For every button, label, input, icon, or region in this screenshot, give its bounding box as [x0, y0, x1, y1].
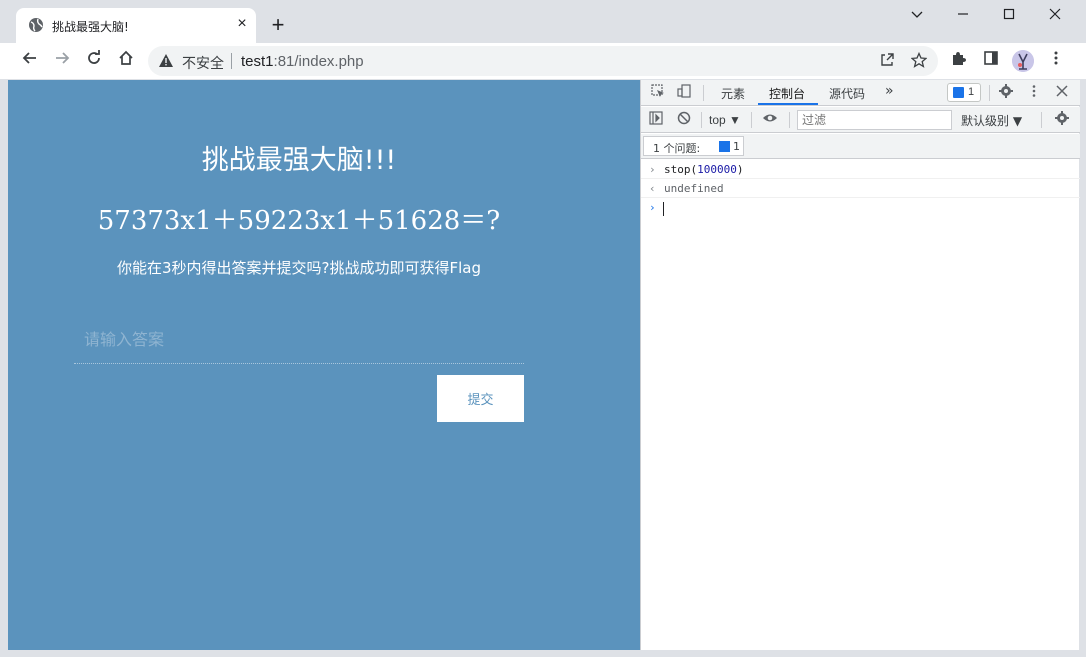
result-arrow-icon: ‹	[649, 182, 656, 195]
security-label[interactable]: 不安全	[182, 53, 224, 73]
url-path: :81/index.php	[273, 53, 364, 70]
tab-sources[interactable]: 源代码	[829, 85, 865, 102]
address-bar[interactable]: 不安全 test1:81/index.php	[148, 46, 938, 76]
devtools-panel: 元素 控制台 源代码 » 1 top ▼ 过滤 默认级别 ▼ 1 个问题: 1 …	[640, 80, 1080, 650]
console-result-line: ‹ undefined	[641, 179, 1080, 198]
console-filterbar: top ▼ 默认级别 ▼	[641, 107, 1080, 133]
tab-search-icon[interactable]	[894, 4, 940, 28]
browser-tab[interactable]: 挑战最强大脑! ×	[16, 8, 256, 43]
issues-count: 1	[733, 140, 740, 153]
tab-divider	[989, 85, 990, 101]
minimize-icon[interactable]	[940, 4, 986, 28]
omnibox-divider	[231, 53, 232, 69]
gear-icon[interactable]	[997, 84, 1015, 102]
console-settings-icon[interactable]	[1053, 111, 1071, 129]
sidebar-toggle-icon[interactable]	[647, 111, 665, 129]
warning-icon	[159, 54, 173, 67]
star-icon[interactable]	[910, 51, 928, 70]
challenge-description: 你能在3秒内得出答案并提交吗?挑战成功即可获得Flag	[116, 259, 482, 277]
text-caret	[663, 202, 664, 216]
tab-title: 挑战最强大脑!	[52, 20, 129, 34]
back-arrow-icon	[22, 52, 36, 64]
active-tab-indicator	[758, 103, 818, 105]
home-button[interactable]	[114, 49, 138, 73]
console-prompt-line[interactable]: ›	[641, 198, 1080, 217]
share-icon[interactable]	[878, 52, 896, 70]
sidepanel-icon[interactable]	[980, 50, 1002, 72]
answer-input[interactable]	[74, 316, 524, 364]
browser-window: 挑战最强大脑! × + 不安全 test1:81/index.php 挑战最强大…	[0, 0, 1086, 657]
avatar[interactable]	[1012, 50, 1034, 72]
url-host: test1	[241, 53, 274, 70]
issue-flag-icon	[719, 141, 730, 152]
new-tab-button[interactable]: +	[266, 14, 290, 38]
inspect-icon[interactable]	[649, 84, 667, 102]
console-output[interactable]: › stop(100000) ‹ undefined ›	[641, 160, 1080, 650]
issues-badge-count: 1	[968, 86, 975, 98]
context-select[interactable]: top ▼	[709, 113, 741, 127]
devtools-tabbar: 元素 控制台 源代码 » 1	[641, 80, 1080, 106]
tab-divider	[703, 85, 704, 101]
filter-divider	[1041, 112, 1042, 128]
reload-button[interactable]	[82, 49, 106, 73]
close-window-icon[interactable]	[1032, 4, 1078, 28]
home-icon	[119, 50, 133, 65]
globe-icon	[29, 18, 43, 32]
issues-bar: 1 个问题: 1	[641, 134, 1080, 159]
more-tabs-icon[interactable]: »	[885, 83, 894, 99]
page-viewport: 挑战最强大脑!!! 57373x1＋59223x1＋51628＝? 你能在3秒内…	[8, 80, 640, 650]
issue-flag-icon	[953, 87, 964, 98]
console-result: undefined	[664, 182, 724, 195]
console-filter-input[interactable]	[797, 110, 952, 130]
url-text[interactable]: test1:81/index.php	[241, 53, 364, 70]
tab-elements[interactable]: 元素	[721, 85, 745, 102]
log-level-select[interactable]: 默认级别 ▼	[961, 112, 1022, 129]
forward-arrow-icon	[56, 52, 70, 64]
puzzle-icon[interactable]	[948, 50, 970, 72]
close-devtools-icon[interactable]	[1053, 84, 1071, 102]
kebab-menu-icon[interactable]	[1045, 50, 1067, 72]
tab-strip: 挑战最强大脑! × +	[0, 0, 1086, 43]
issues-badge[interactable]: 1	[947, 83, 981, 102]
device-icon[interactable]	[675, 84, 693, 102]
tab-console[interactable]: 控制台	[769, 85, 805, 102]
issues-button[interactable]: 1 个问题: 1	[643, 136, 744, 156]
devtools-menu-icon[interactable]	[1025, 84, 1043, 102]
back-button[interactable]	[18, 49, 42, 73]
maximize-icon[interactable]	[986, 4, 1032, 28]
submit-button[interactable]: 提交	[437, 375, 524, 422]
console-input-line: › stop(100000)	[641, 160, 1080, 179]
console-command: stop(100000)	[664, 163, 744, 176]
eye-icon[interactable]	[761, 111, 779, 129]
clear-console-icon[interactable]	[675, 111, 693, 129]
math-equation: 57373x1＋59223x1＋51628＝?	[97, 206, 501, 236]
forward-button[interactable]	[50, 49, 74, 73]
page-title: 挑战最强大脑!!!	[201, 145, 397, 176]
prompt-arrow-icon: ›	[649, 163, 656, 176]
active-prompt-icon: ›	[649, 201, 656, 214]
filter-divider	[789, 112, 790, 128]
reload-icon	[88, 50, 100, 64]
filter-divider	[701, 112, 702, 128]
close-tab-icon[interactable]: ×	[232, 14, 252, 34]
filter-divider	[751, 112, 752, 128]
issues-label: 1 个问题:	[653, 142, 701, 155]
browser-toolbar: 不安全 test1:81/index.php	[0, 43, 1086, 79]
